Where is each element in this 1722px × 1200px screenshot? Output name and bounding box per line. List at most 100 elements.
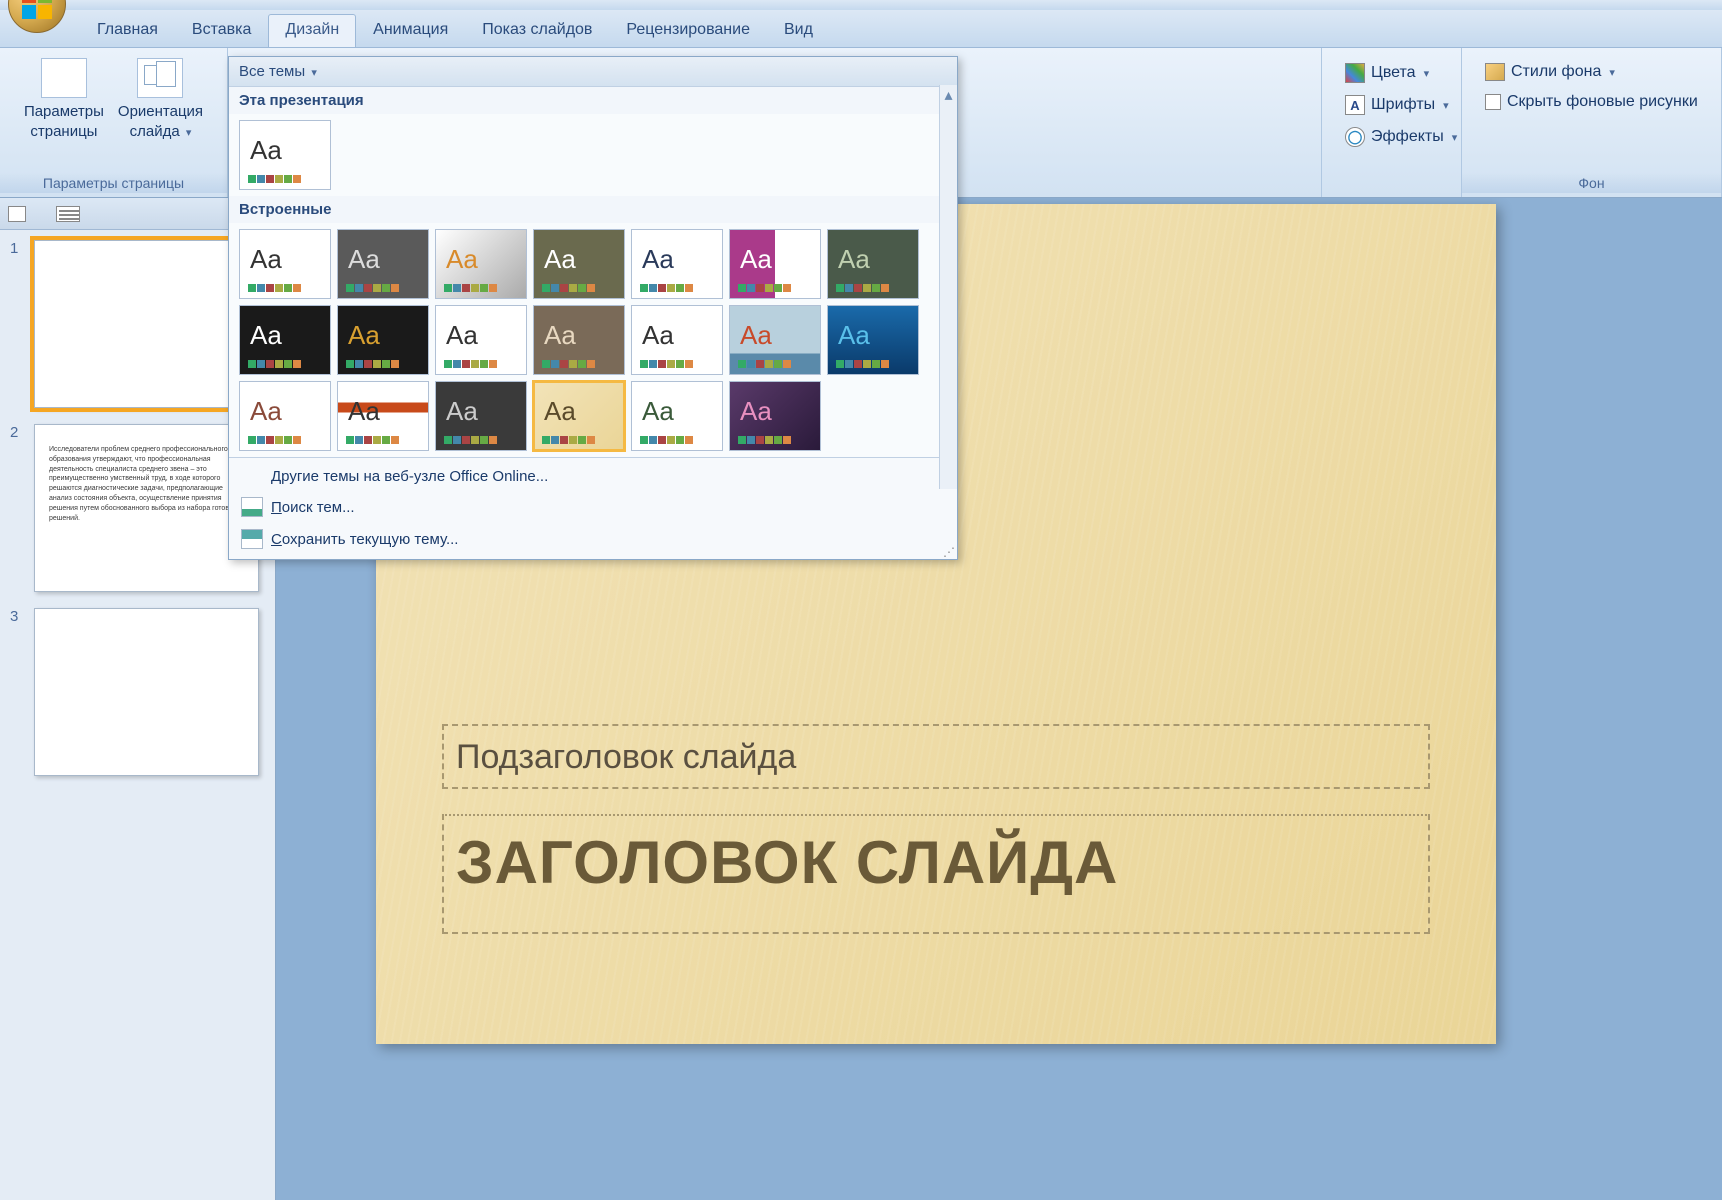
theme-swatches — [738, 360, 791, 368]
slide-orientation-button[interactable]: Ориентация слайда — [112, 54, 209, 145]
fonts-label: Шрифты — [1371, 96, 1435, 114]
tab-animation[interactable]: Анимация — [356, 14, 465, 47]
save-theme-icon — [241, 529, 263, 549]
theme-thumb-0[interactable]: Aa — [239, 229, 331, 299]
theme-thumb-3[interactable]: Aa — [533, 229, 625, 299]
search-themes-icon — [241, 497, 263, 517]
theme-swatches — [542, 284, 595, 292]
theme-aa-icon: Aa — [250, 244, 282, 275]
theme-swatches — [640, 360, 693, 368]
tab-view[interactable]: Вид — [767, 14, 830, 47]
theme-swatches — [346, 436, 399, 444]
slides-tab-icon[interactable] — [8, 206, 26, 222]
office-logo-icon — [22, 0, 52, 19]
theme-thumb-8[interactable]: Aa — [337, 305, 429, 375]
tab-home[interactable]: Главная — [80, 14, 175, 47]
theme-aa-icon: Aa — [642, 320, 674, 351]
theme-thumb-14[interactable]: Aa — [239, 381, 331, 451]
theme-thumb-18[interactable]: Aa — [631, 381, 723, 451]
theme-thumb-13[interactable]: Aa — [827, 305, 919, 375]
outline-tab-icon[interactable] — [56, 206, 80, 222]
theme-thumb-2[interactable]: Aa — [435, 229, 527, 299]
theme-swatches — [444, 360, 497, 368]
theme-thumb-17[interactable]: Aa — [533, 381, 625, 451]
theme-fonts-button[interactable]: A Шрифты — [1340, 92, 1462, 118]
hide-bg-graphics-checkbox[interactable]: Скрыть фоновые рисунки — [1480, 90, 1703, 114]
bg-styles-icon — [1485, 63, 1505, 81]
theme-aa-icon: Aa — [446, 396, 478, 427]
slide-thumbnail-1[interactable] — [34, 240, 259, 408]
all-themes-header[interactable]: Все темы — [229, 57, 957, 87]
theme-swatches — [444, 284, 497, 292]
theme-thumb-5[interactable]: Aa — [729, 229, 821, 299]
theme-swatches — [248, 284, 301, 292]
gallery-scrollbar[interactable]: ▴ — [939, 85, 957, 489]
this-presentation-section: Эта презентация — [229, 87, 957, 114]
slide-subtitle-placeholder[interactable]: Подзаголовок слайда — [442, 724, 1430, 789]
hide-bg-label: Скрыть фоновые рисунки — [1507, 93, 1698, 111]
theme-swatches — [248, 436, 301, 444]
theme-aa-icon: Aa — [544, 244, 576, 275]
theme-thumb-7[interactable]: Aa — [239, 305, 331, 375]
more-online-label: Другие темы на веб-узле Office Online... — [271, 468, 548, 485]
theme-aa-icon: Aa — [544, 396, 576, 427]
theme-thumb-9[interactable]: Aa — [435, 305, 527, 375]
save-current-theme[interactable]: Сохранить текущую тему... — [229, 523, 957, 555]
theme-thumb-11[interactable]: Aa — [631, 305, 723, 375]
builtin-section: Встроенные — [229, 196, 957, 223]
search-themes[interactable]: Поиск тем... — [229, 491, 957, 523]
thumb-number-3: 3 — [10, 608, 26, 776]
theme-swatches — [346, 360, 399, 368]
theme-aa-icon: Aa — [250, 320, 282, 351]
theme-aa-icon: Aa — [642, 244, 674, 275]
theme-thumb-12[interactable]: Aa — [729, 305, 821, 375]
theme-aa-icon: Aa — [740, 396, 772, 427]
themes-gallery-dropdown: Все темы Эта презентация Aa Встроенные A… — [228, 56, 958, 560]
thumb-2-body-text: Исследователи проблем среднего профессио… — [35, 425, 258, 543]
background-styles-button[interactable]: Стили фона — [1480, 60, 1703, 84]
theme-aa-icon: Aa — [642, 396, 674, 427]
theme-swatches — [836, 284, 889, 292]
theme-thumb-6[interactable]: Aa — [827, 229, 919, 299]
theme-thumb-16[interactable]: Aa — [435, 381, 527, 451]
theme-aa-icon: Aa — [446, 320, 478, 351]
theme-aa-icon: Aa — [446, 244, 478, 275]
theme-aa-icon: Aa — [544, 320, 576, 351]
page-setup-label: Параметры страницы — [24, 102, 104, 141]
effects-label: Эффекты — [1371, 128, 1444, 146]
theme-thumb-19[interactable]: Aa — [729, 381, 821, 451]
background-group-label: Фон — [1462, 173, 1721, 193]
theme-aa-icon: Aa — [838, 244, 870, 275]
theme-aa-icon: Aa — [250, 396, 282, 427]
fonts-icon: A — [1345, 95, 1365, 115]
tab-slideshow[interactable]: Показ слайдов — [465, 14, 609, 47]
theme-aa-icon: Aa — [740, 320, 772, 351]
theme-thumb-1[interactable]: Aa — [337, 229, 429, 299]
checkbox-icon — [1485, 94, 1501, 110]
page-setup-icon — [41, 58, 87, 98]
orientation-icon — [137, 58, 183, 98]
tab-insert[interactable]: Вставка — [175, 14, 268, 47]
theme-aa-icon: Aa — [348, 396, 380, 427]
theme-thumb-4[interactable]: Aa — [631, 229, 723, 299]
ribbon-tabs: Главная Вставка Дизайн Анимация Показ сл… — [0, 10, 1722, 48]
gallery-resize-grip[interactable]: ⋰ — [943, 545, 955, 557]
slide-title-placeholder[interactable]: ЗАГОЛОВОК СЛАЙДА — [442, 814, 1430, 934]
theme-swatches — [444, 436, 497, 444]
slide-thumbnail-2[interactable]: Исследователи проблем среднего профессио… — [34, 424, 259, 592]
slide-title-text: ЗАГОЛОВОК СЛАЙДА — [456, 829, 1118, 896]
slide-thumbnail-3[interactable] — [34, 608, 259, 776]
save-theme-label: Сохранить текущую тему... — [271, 531, 458, 548]
more-themes-online[interactable]: Другие темы на веб-узле Office Online... — [229, 462, 957, 491]
tab-review[interactable]: Рецензирование — [609, 14, 767, 47]
tab-design[interactable]: Дизайн — [268, 14, 356, 47]
theme-aa-icon: Aa — [348, 320, 380, 351]
theme-thumb-10[interactable]: Aa — [533, 305, 625, 375]
page-setup-button[interactable]: Параметры страницы — [18, 54, 110, 145]
theme-colors-button[interactable]: Цвета — [1340, 60, 1462, 86]
theme-thumb-15[interactable]: Aa — [337, 381, 429, 451]
theme-current-presentation[interactable]: Aa — [239, 120, 331, 190]
thumb-number-1: 1 — [10, 240, 26, 408]
theme-swatches — [542, 436, 595, 444]
theme-effects-button[interactable]: ◯ Эффекты — [1340, 124, 1462, 150]
